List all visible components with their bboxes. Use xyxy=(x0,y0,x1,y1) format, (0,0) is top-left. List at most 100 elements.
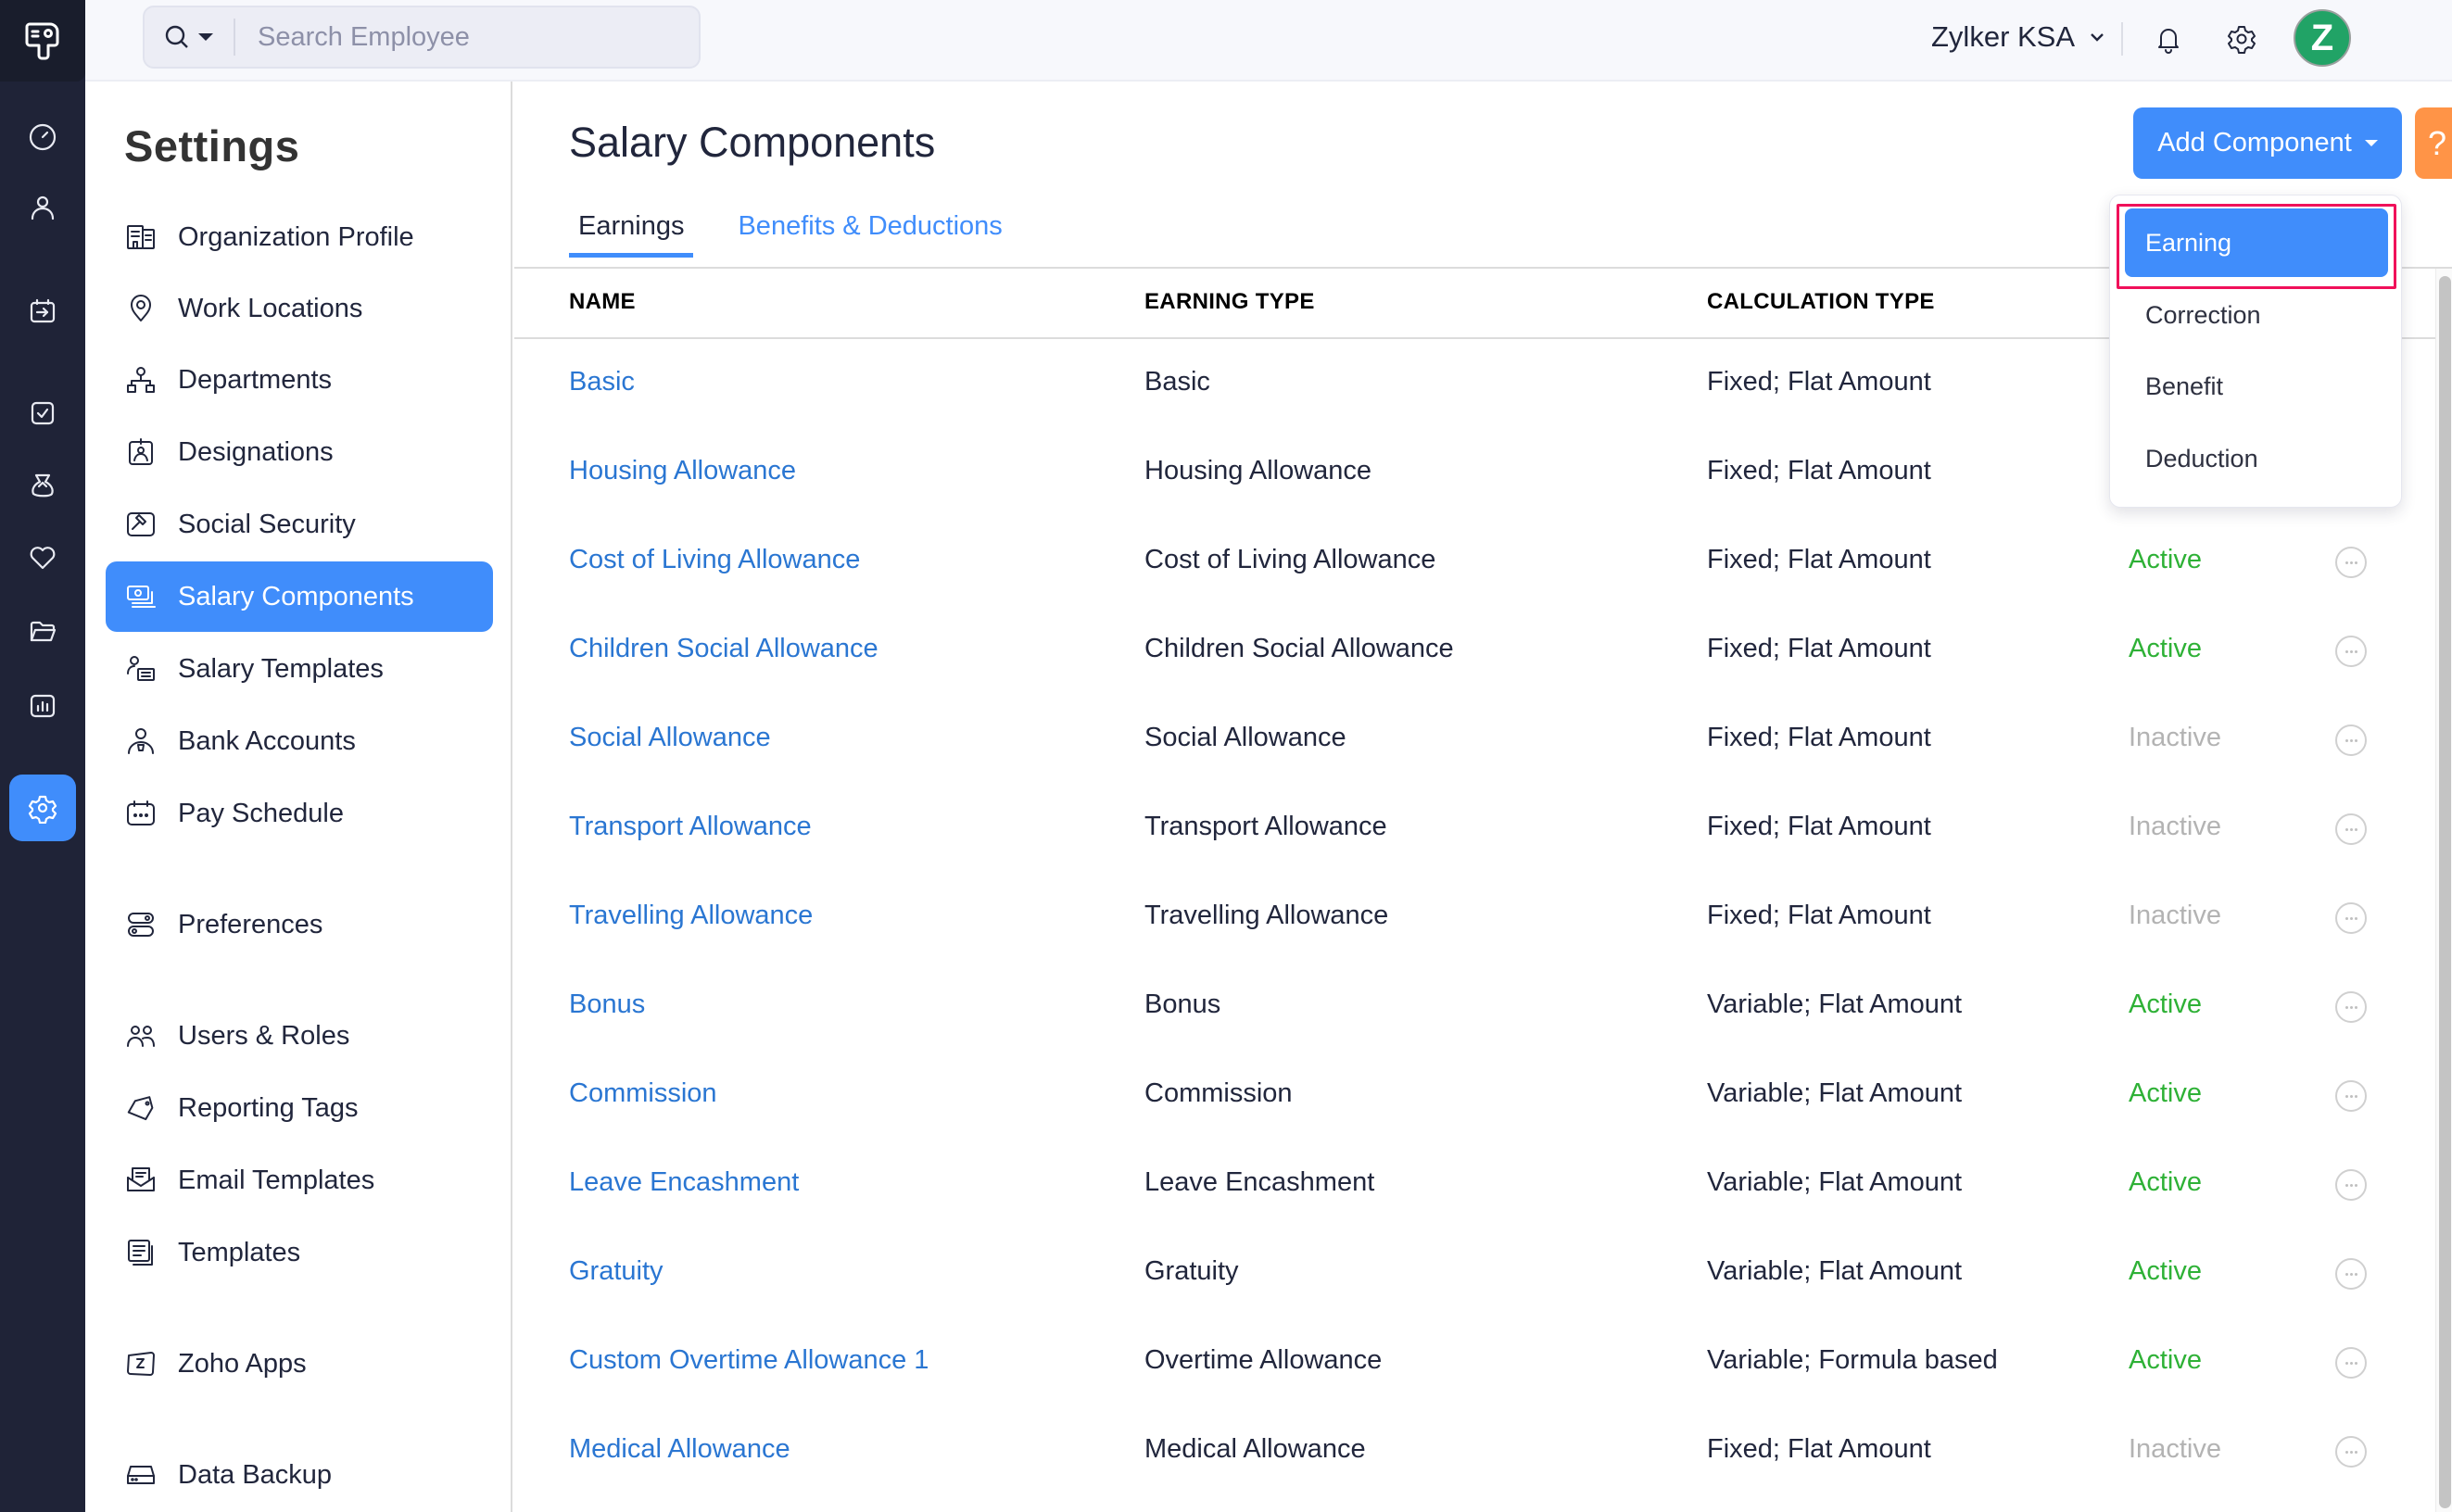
component-name-link[interactable]: Custom Overtime Allowance 1 xyxy=(569,1345,929,1376)
templates-icon xyxy=(128,1240,153,1266)
rail-employees[interactable] xyxy=(9,174,76,241)
rail-documents[interactable] xyxy=(9,598,76,665)
earning-type-cell: Transport Allowance xyxy=(1144,812,1387,841)
user-avatar[interactable]: Z xyxy=(2294,9,2351,67)
calendar-icon xyxy=(127,800,155,825)
settings-item-salary-components[interactable]: Salary Components xyxy=(106,561,493,632)
help-button[interactable]: ? xyxy=(2415,107,2452,179)
column-header-name: NAME xyxy=(569,289,636,314)
topbar-divider xyxy=(2121,22,2123,56)
rail-benefits[interactable] xyxy=(9,524,76,591)
more-options-icon[interactable] xyxy=(2335,636,2367,667)
component-name-link[interactable]: Travelling Allowance xyxy=(569,901,813,931)
scrollbar[interactable] xyxy=(2435,269,2452,1512)
settings-item-data-backup[interactable]: Data Backup xyxy=(106,1440,493,1510)
calculation-type-cell: Fixed; Flat Amount xyxy=(1707,545,1931,574)
settings-item-designations[interactable]: Designations xyxy=(106,417,493,487)
settings-item-label: Zoho Apps xyxy=(178,1348,307,1379)
component-name-link[interactable]: Cost of Living Allowance xyxy=(569,545,860,575)
component-name-link[interactable]: Medical Allowance xyxy=(569,1434,790,1465)
settings-item-email-templates[interactable]: Email Templates xyxy=(106,1145,493,1216)
drive-icon xyxy=(127,1466,155,1484)
settings-item-pay-schedule[interactable]: Pay Schedule xyxy=(106,778,493,849)
earning-type-cell: Gratuity xyxy=(1144,1256,1239,1286)
more-options-icon[interactable] xyxy=(2335,724,2367,756)
component-name-link[interactable]: Gratuity xyxy=(569,1256,664,1287)
component-name-link[interactable]: Transport Allowance xyxy=(569,812,812,842)
more-options-icon[interactable] xyxy=(2335,1080,2367,1112)
settings-item-preferences[interactable]: Preferences xyxy=(106,889,493,960)
rail-pay-runs[interactable] xyxy=(9,278,76,345)
component-name-link[interactable]: Housing Allowance xyxy=(569,456,796,486)
calculation-type-cell: Fixed; Flat Amount xyxy=(1707,812,1931,841)
status-badge: Inactive xyxy=(2129,901,2221,930)
rail-settings[interactable] xyxy=(9,775,76,841)
settings-item-zoho-apps[interactable]: Zoho Apps xyxy=(106,1329,493,1399)
tag-icon xyxy=(127,1096,154,1121)
more-options-icon[interactable] xyxy=(2335,991,2367,1023)
tab-benefits-deductions[interactable]: Benefits & Deductions xyxy=(728,211,1011,258)
dropdown-item-benefit[interactable]: Benefit xyxy=(2125,352,2388,421)
settings-item-templates[interactable]: Templates xyxy=(106,1217,493,1288)
settings-item-label: Email Templates xyxy=(178,1165,375,1195)
search-input[interactable] xyxy=(235,21,680,53)
more-options-icon[interactable] xyxy=(2335,1436,2367,1468)
settings-item-organization-profile[interactable]: Organization Profile xyxy=(106,202,493,272)
more-options-icon[interactable] xyxy=(2335,1258,2367,1290)
earning-type-cell: Children Social Allowance xyxy=(1144,634,1454,663)
tab-earnings[interactable]: Earnings xyxy=(569,211,694,258)
more-options-icon[interactable] xyxy=(2335,1347,2367,1379)
dropdown-item-correction[interactable]: Correction xyxy=(2125,281,2388,349)
notifications-button[interactable] xyxy=(2150,20,2187,57)
dropdown-item-deduction[interactable]: Deduction xyxy=(2125,424,2388,493)
payroll-logo-icon xyxy=(25,22,59,60)
settings-item-label: Reporting Tags xyxy=(178,1092,359,1123)
scrollbar-thumb[interactable] xyxy=(2439,276,2451,1508)
dropdown-item-earning[interactable]: Earning xyxy=(2125,208,2388,277)
component-name-link[interactable]: Social Allowance xyxy=(569,723,771,753)
settings-item-label: Pay Schedule xyxy=(178,798,344,828)
calculation-type-cell: Fixed; Flat Amount xyxy=(1707,723,1931,752)
settings-item-work-locations[interactable]: Work Locations xyxy=(106,273,493,344)
status-badge: Inactive xyxy=(2129,812,2221,841)
component-name-link[interactable]: Commission xyxy=(569,1078,717,1109)
settings-item-salary-templates[interactable]: Salary Templates xyxy=(106,634,493,704)
main-content: Salary Components Earnings Benefits & De… xyxy=(514,82,2452,1512)
settings-item-label: Users & Roles xyxy=(178,1020,350,1051)
search-icon xyxy=(165,25,188,48)
component-name-link[interactable]: Children Social Allowance xyxy=(569,634,878,664)
reports-icon xyxy=(30,694,56,718)
rail-reports[interactable] xyxy=(9,673,76,739)
earning-type-cell: Travelling Allowance xyxy=(1144,901,1389,930)
rail-approvals[interactable] xyxy=(9,380,76,447)
add-component-button[interactable]: Add Component xyxy=(2133,107,2402,179)
component-name-link[interactable]: Leave Encashment xyxy=(569,1167,799,1198)
money-icon xyxy=(127,586,156,608)
settings-item-departments[interactable]: Departments xyxy=(106,345,493,415)
toggles-icon xyxy=(128,913,154,937)
app-nav-rail xyxy=(0,0,85,1512)
search-filter-toggle[interactable] xyxy=(145,19,235,56)
app-logo[interactable] xyxy=(0,0,85,82)
more-options-icon[interactable] xyxy=(2335,813,2367,845)
component-name-link[interactable]: Basic xyxy=(569,367,635,397)
pay-runs-icon xyxy=(30,298,56,323)
component-name-link[interactable]: Bonus xyxy=(569,989,645,1020)
settings-button[interactable] xyxy=(2223,20,2260,57)
settings-item-social-security[interactable]: Social Security xyxy=(106,489,493,560)
organization-switcher[interactable]: Zylker KSA xyxy=(1931,20,2106,54)
table-row: Medical Allowance Medical Allowance Fixed;… xyxy=(514,1408,2442,1497)
table-row: Gratuity Gratuity Variable; Flat Amount Act… xyxy=(514,1230,2442,1319)
more-options-icon[interactable] xyxy=(2335,547,2367,578)
bank-user-icon xyxy=(128,728,154,754)
dashboard-icon xyxy=(29,123,57,151)
calculation-type-cell: Variable; Flat Amount xyxy=(1707,1167,1963,1197)
settings-item-reporting-tags[interactable]: Reporting Tags xyxy=(106,1073,493,1143)
settings-item-users-roles[interactable]: Users & Roles xyxy=(106,1001,493,1071)
rail-loans[interactable] xyxy=(9,452,76,519)
more-options-icon[interactable] xyxy=(2335,902,2367,934)
settings-item-bank-accounts[interactable]: Bank Accounts xyxy=(106,706,493,776)
more-options-icon[interactable] xyxy=(2335,1169,2367,1201)
rail-dashboard[interactable] xyxy=(9,104,76,170)
calculation-type-cell: Variable; Flat Amount xyxy=(1707,989,1963,1019)
